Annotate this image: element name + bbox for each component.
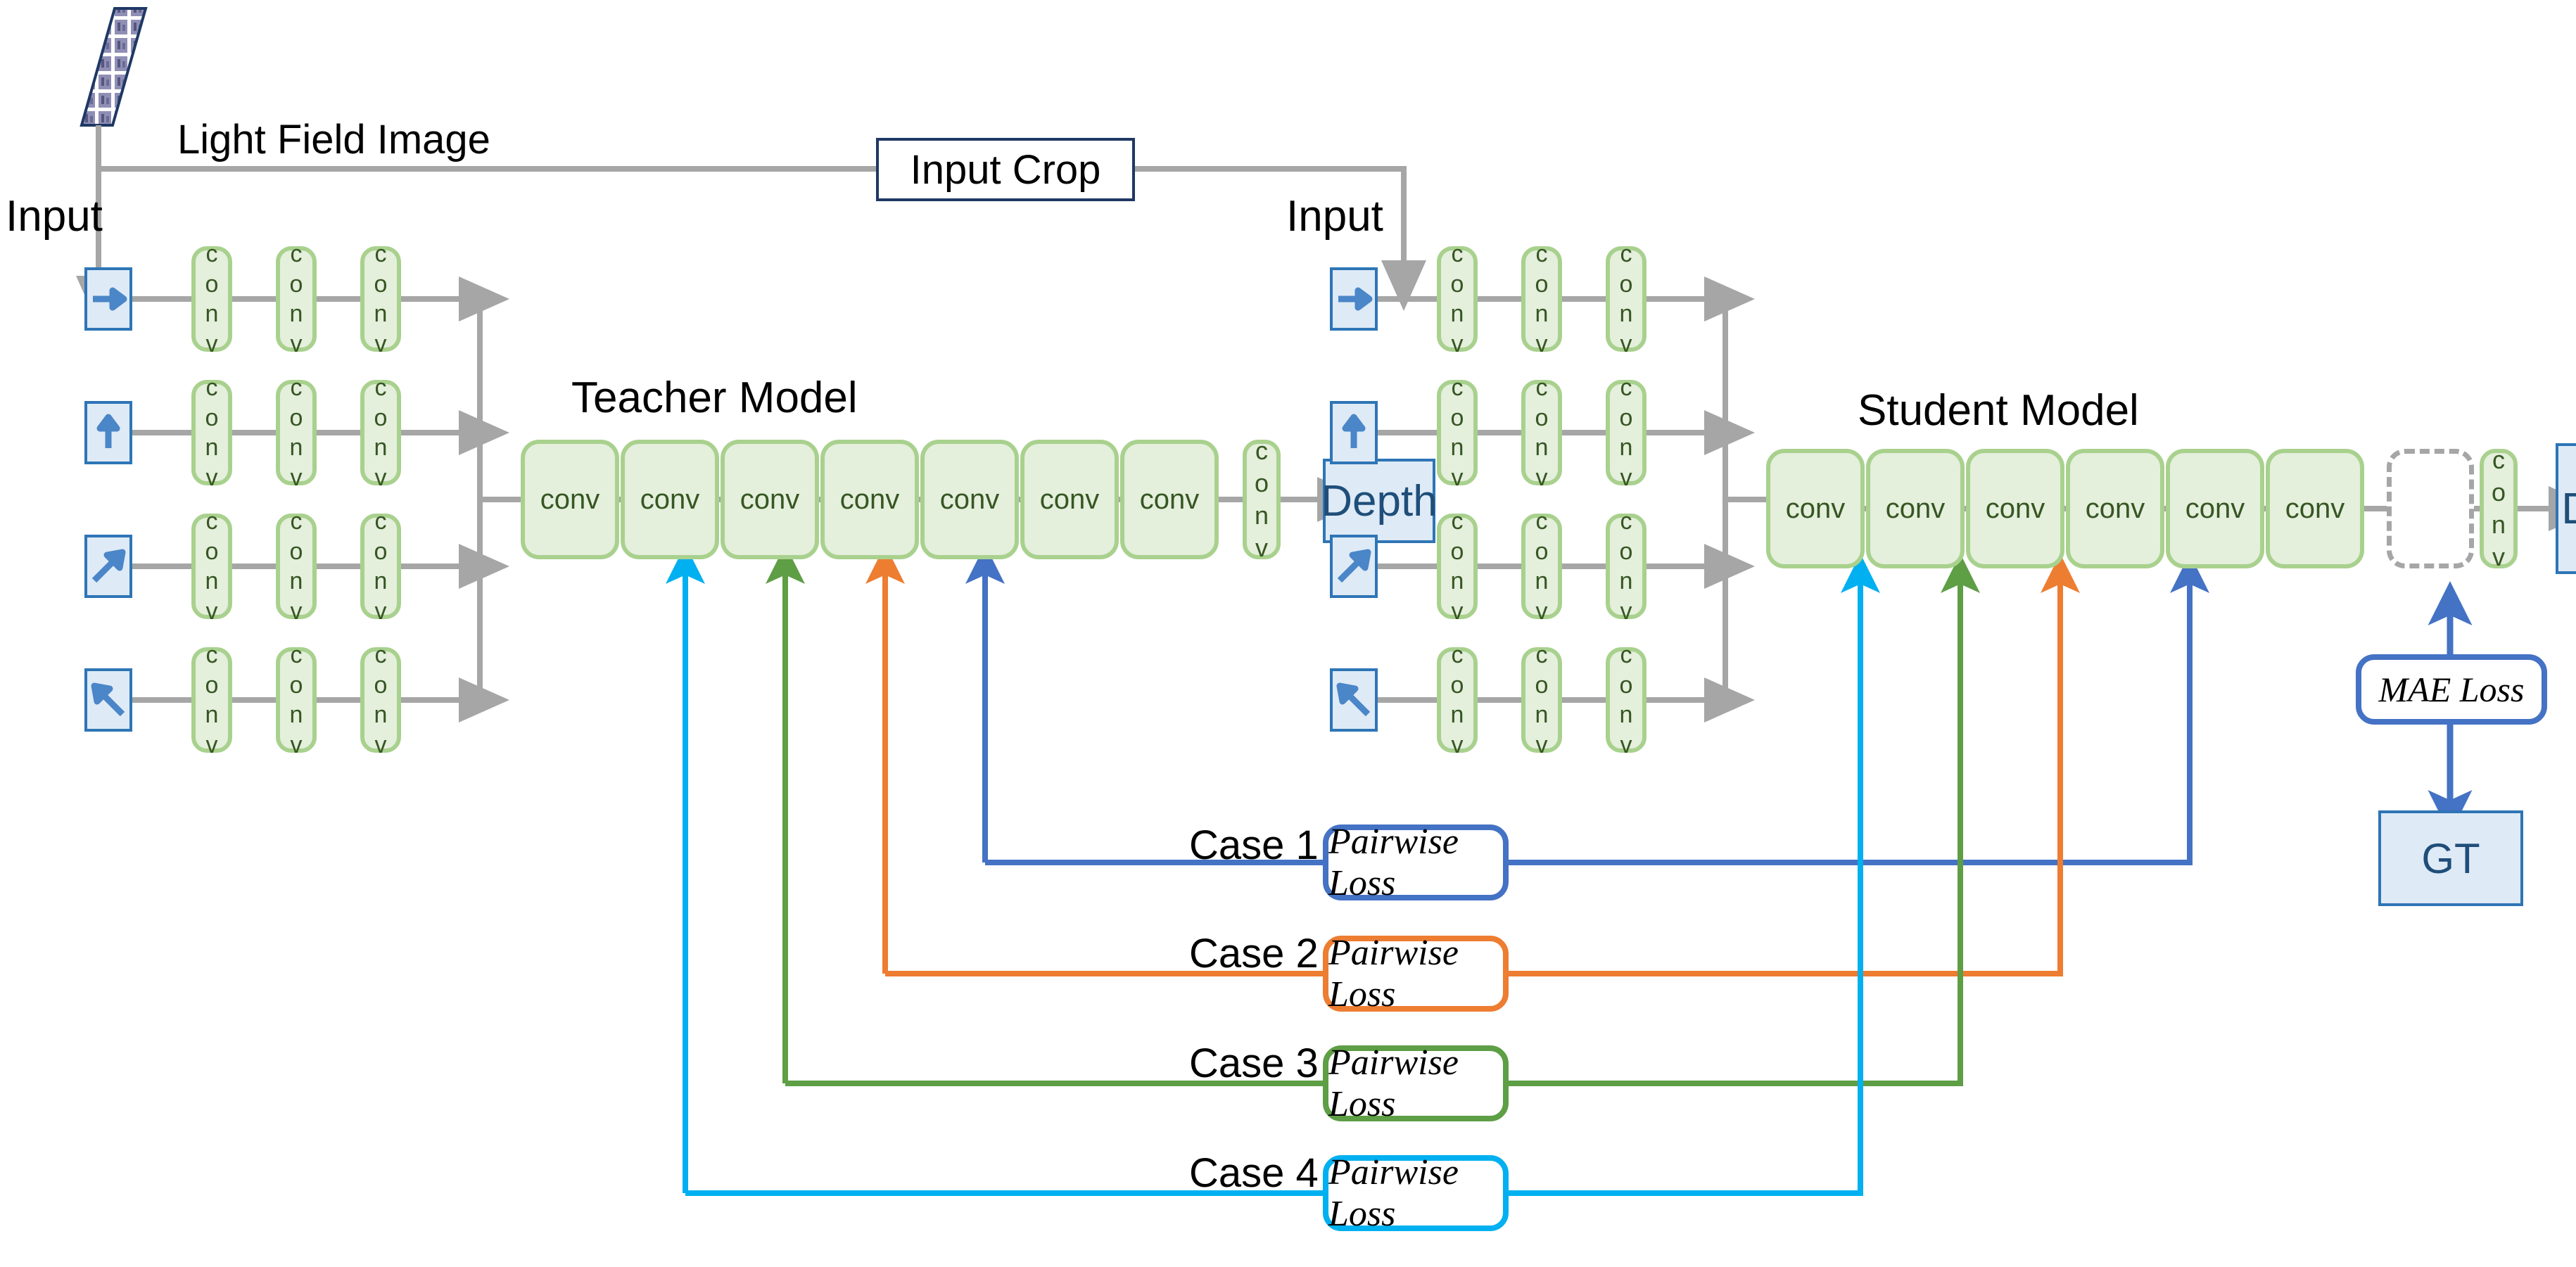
teacher-branch-1-conv-0: conv: [191, 374, 232, 491]
teacher-branch-1-conv-2: conv: [360, 374, 401, 491]
student-model-title: Student Model: [1858, 386, 2139, 435]
teacher-branch-3-conv-1: conv: [276, 642, 317, 758]
teacher-branch-3-view-box[interactable]: [84, 668, 132, 732]
teacher-trunk-conv-1: conv: [521, 440, 619, 559]
student-trunk-conv-2: conv: [1866, 449, 1965, 568]
student-branch-1-conv-2: conv: [1606, 374, 1647, 491]
teacher-branch-2-view-box[interactable]: [84, 535, 132, 598]
teacher-trunk-conv-3: conv: [721, 440, 819, 559]
input-label-teacher: Input: [6, 192, 103, 241]
case-4-pairwise-loss-box: Pairwise Loss: [1323, 1152, 1509, 1234]
case-1-pairwise-loss-box: Pairwise Loss: [1323, 822, 1509, 903]
student-branch-0-conv-0: conv: [1437, 241, 1478, 357]
teacher-branch-2-conv-2: conv: [360, 508, 401, 625]
teacher-branch-3-conv-2: conv: [360, 642, 401, 758]
student-trunk-conv-1: conv: [1766, 449, 1865, 568]
student-branch-3-conv-0: conv: [1437, 642, 1478, 758]
ground-truth-box: GT: [2378, 810, 2523, 906]
student-branch-2-conv-0: conv: [1437, 508, 1478, 625]
student-trunk-conv-6: conv: [2266, 449, 2364, 568]
student-trunk-conv-4: conv: [2066, 449, 2164, 568]
teacher-trunk-conv-2: conv: [621, 440, 719, 559]
light-field-image-thumbnail: [80, 7, 148, 127]
arrow-right-icon: [93, 287, 127, 311]
case-2-pairwise-loss-box: Pairwise Loss: [1323, 933, 1509, 1014]
teacher-trunk-conv-7: conv: [1120, 440, 1219, 559]
arrow-up-right-icon: [1337, 549, 1371, 583]
student-depth-output-box: Depth: [2556, 443, 2576, 574]
arrow-down-left-icon: [1336, 682, 1371, 717]
teacher-branch-2-conv-1: conv: [276, 508, 317, 625]
teacher-branch-1-conv-1: conv: [276, 374, 317, 491]
case-4-route: [666, 545, 1880, 1196]
case-1-label: Case 1: [1189, 822, 1319, 868]
case-2-label: Case 2: [1189, 931, 1319, 976]
teacher-branch-3-conv-0: conv: [191, 642, 232, 758]
light-field-image-label: Light Field Image: [177, 117, 490, 163]
diagram-canvas: Light Field Image Input Input Teacher Mo…: [0, 0, 2576, 1267]
student-branch-0-view-box[interactable]: [1330, 267, 1378, 331]
mae-loss-box: MAE Loss: [2356, 654, 2547, 725]
teacher-depth-output: Depth: [1321, 459, 1438, 543]
student-branch-3-conv-2: conv: [1606, 642, 1647, 758]
case-4-label: Case 4: [1189, 1150, 1319, 1196]
teacher-branch-2-conv-0: conv: [191, 508, 232, 625]
student-branch-1-view-box[interactable]: [1330, 401, 1378, 464]
teacher-head-conv: conv: [1243, 436, 1281, 562]
case-2-route: [865, 545, 2080, 976]
student-branch-3-view-box[interactable]: [1330, 668, 1378, 732]
student-branch-0-conv-2: conv: [1606, 241, 1647, 357]
student-branch-2-view-box[interactable]: [1330, 535, 1378, 598]
student-branch-2-conv-2: conv: [1606, 508, 1647, 625]
student-branch-0-conv-1: conv: [1521, 241, 1562, 357]
teacher-branch-0-conv-2: conv: [360, 241, 401, 357]
arrow-up-icon: [1342, 414, 1366, 448]
case-3-label: Case 3: [1189, 1040, 1319, 1086]
input-label-student: Input: [1286, 192, 1383, 241]
student-branch-2-conv-1: conv: [1521, 508, 1562, 625]
student-trunk-conv-3: conv: [1966, 449, 2064, 568]
student-trunk-conv-5: conv: [2166, 449, 2264, 568]
student-branch-1-conv-0: conv: [1437, 374, 1478, 491]
student-branch-3-conv-1: conv: [1521, 642, 1562, 758]
teacher-branch-1-view-box[interactable]: [84, 401, 132, 464]
teacher-model-title: Teacher Model: [571, 374, 858, 422]
input-crop-box[interactable]: Input Crop: [876, 138, 1135, 201]
teacher-branch-0-view-box[interactable]: [84, 267, 132, 331]
arrow-up-right-icon: [91, 549, 126, 583]
teacher-trunk-conv-4: conv: [820, 440, 919, 559]
arrow-right-icon: [1338, 287, 1373, 311]
student-removed-layer-box: [2387, 449, 2474, 568]
teacher-trunk-conv-6: conv: [1020, 440, 1119, 559]
student-branch-1-conv-1: conv: [1521, 374, 1562, 491]
teacher-branch-wiring: [132, 276, 521, 722]
arrow-up-icon: [96, 414, 120, 448]
case-1-route: [965, 545, 2209, 865]
teacher-branch-0-conv-0: conv: [191, 241, 232, 357]
case-3-pairwise-loss-box: Pairwise Loss: [1323, 1043, 1509, 1124]
teacher-branch-0-conv-1: conv: [276, 241, 317, 357]
teacher-trunk-conv-5: conv: [920, 440, 1019, 559]
arrow-down-left-icon: [91, 682, 125, 717]
